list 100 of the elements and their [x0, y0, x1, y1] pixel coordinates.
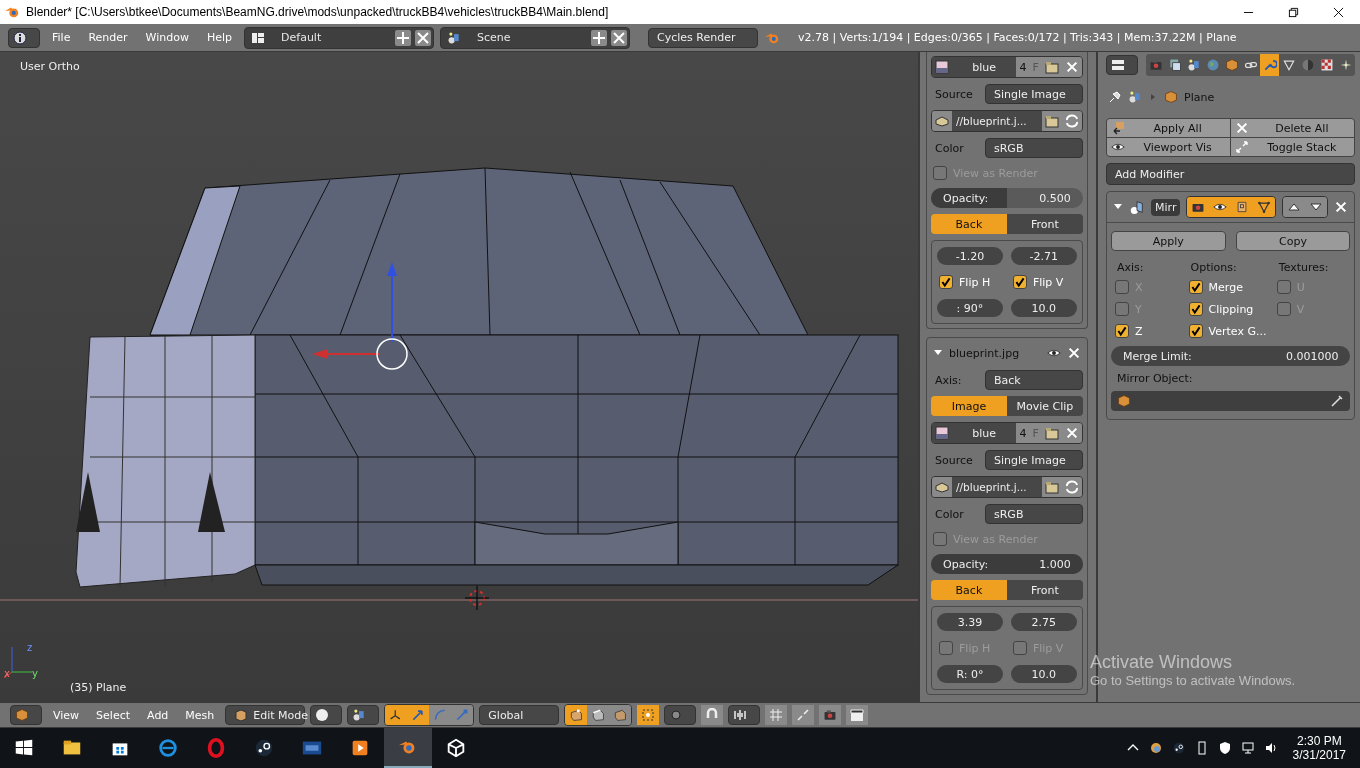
- snap-element-button[interactable]: [765, 705, 788, 725]
- rotation-field[interactable]: R: 0°: [937, 665, 1003, 683]
- checkbox[interactable]: [1115, 280, 1129, 294]
- depth-tab[interactable]: Back: [931, 214, 1007, 234]
- modifier-name-field[interactable]: Mirr: [1151, 198, 1181, 216]
- shading-dropdown[interactable]: [310, 705, 343, 725]
- properties-tab[interactable]: [1260, 54, 1279, 76]
- menu-item[interactable]: Mesh: [179, 708, 221, 722]
- orientation-dropdown[interactable]: Global: [479, 705, 560, 725]
- editor-type-button[interactable]: [8, 27, 40, 48]
- depth-tab[interactable]: Front: [1006, 580, 1083, 600]
- menu-item[interactable]: Render: [82, 31, 134, 44]
- steam-icon[interactable]: [1171, 741, 1186, 755]
- layout-selector[interactable]: Default: [244, 26, 435, 49]
- offset-field[interactable]: 3.39: [937, 613, 1003, 631]
- close-icon[interactable]: [611, 29, 628, 46]
- size-field[interactable]: 10.0: [1010, 665, 1077, 683]
- menu-item[interactable]: Window: [139, 31, 195, 44]
- axis-dropdown[interactable]: Back: [985, 370, 1083, 390]
- checkbox[interactable]: [1188, 302, 1203, 316]
- checkbox[interactable]: [933, 166, 947, 180]
- size-field[interactable]: 10.0: [1010, 299, 1077, 317]
- opacity-slider[interactable]: Opacity: 0.500: [931, 188, 1083, 208]
- checkbox[interactable]: [939, 275, 953, 289]
- offset-field[interactable]: -2.71: [1010, 247, 1077, 265]
- depth-tab[interactable]: Back: [931, 580, 1007, 600]
- merge-limit-field[interactable]: Merge Limit: 0.001000: [1111, 346, 1351, 366]
- source-tab[interactable]: Image: [931, 396, 1007, 416]
- plus-icon[interactable]: [591, 29, 608, 46]
- mode-dropdown[interactable]: Edit Mode: [225, 705, 306, 725]
- move-up-button[interactable]: [1283, 197, 1306, 217]
- checkbox[interactable]: [1012, 641, 1027, 655]
- properties-tab[interactable]: [1279, 54, 1298, 76]
- source-dropdown[interactable]: Single Image: [985, 84, 1083, 104]
- checkbox[interactable]: [1188, 324, 1203, 338]
- network-icon[interactable]: [1240, 741, 1255, 755]
- checkbox[interactable]: [1276, 302, 1291, 316]
- color-space-dropdown[interactable]: sRGB: [985, 138, 1083, 158]
- render-engine-dropdown[interactable]: Cycles Render: [648, 27, 759, 48]
- apply-all-button[interactable]: Apply All: [1107, 119, 1231, 137]
- properties-tab[interactable]: [1317, 54, 1336, 76]
- speaker-icon[interactable]: [1263, 741, 1278, 755]
- menu-item[interactable]: Help: [200, 31, 239, 44]
- snap-target-dropdown[interactable]: [728, 705, 761, 725]
- clock-time[interactable]: 2:30 PM: [1296, 734, 1342, 748]
- mirror-object-field[interactable]: [1111, 391, 1351, 411]
- add-modifier-dropdown[interactable]: Add Modifier: [1106, 163, 1356, 185]
- manipulator-button[interactable]: [407, 705, 430, 725]
- menu-item[interactable]: View: [47, 708, 86, 722]
- rotation-field[interactable]: : 90°: [937, 299, 1003, 317]
- source-dropdown[interactable]: Single Image: [985, 450, 1083, 470]
- occlude-geometry-button[interactable]: [637, 705, 660, 725]
- editor-type-button[interactable]: [10, 705, 42, 725]
- modifier-toggle[interactable]: [1253, 197, 1276, 217]
- select-mode-button[interactable]: [565, 705, 588, 725]
- modifier-toggle[interactable]: [1187, 197, 1210, 217]
- depth-tab[interactable]: Front: [1006, 214, 1083, 234]
- toggle-stack-button[interactable]: Toggle Stack: [1231, 138, 1355, 156]
- checkbox[interactable]: [1188, 280, 1203, 294]
- close-icon[interactable]: [1333, 6, 1344, 18]
- delete-all-button[interactable]: Delete All: [1231, 119, 1355, 137]
- checkbox[interactable]: [1115, 302, 1129, 316]
- properties-tab[interactable]: [1336, 54, 1355, 76]
- proportional-edit-dropdown[interactable]: [664, 705, 697, 725]
- viewport-vis-button[interactable]: Viewport Vis: [1107, 138, 1231, 156]
- opacity-slider[interactable]: Opacity: 1.000: [931, 554, 1083, 574]
- menu-item[interactable]: File: [46, 31, 77, 44]
- checkbox[interactable]: [933, 532, 947, 546]
- scene-selector[interactable]: Scene: [440, 26, 631, 49]
- manipulator-button[interactable]: [451, 705, 474, 725]
- checkbox[interactable]: [1012, 275, 1027, 289]
- menu-item[interactable]: Select: [90, 708, 137, 722]
- render-button[interactable]: [819, 705, 842, 725]
- render-region-button[interactable]: [792, 705, 815, 725]
- select-mode-button[interactable]: [609, 705, 632, 725]
- plus-icon[interactable]: [395, 29, 412, 46]
- pivot-dropdown[interactable]: [347, 705, 380, 725]
- modifier-button[interactable]: Copy: [1235, 231, 1351, 251]
- menu-item[interactable]: Add: [141, 708, 175, 722]
- clapperboard-button[interactable]: [846, 705, 869, 725]
- pin-icon[interactable]: [1108, 90, 1122, 104]
- snap-button[interactable]: [701, 705, 724, 725]
- shield-icon[interactable]: [1217, 741, 1232, 755]
- checkbox[interactable]: [1276, 280, 1291, 294]
- move-down-button[interactable]: [1305, 197, 1328, 217]
- 3d-viewport[interactable]: User Ortho (35) Plane z x y: [0, 52, 918, 702]
- source-tab[interactable]: Movie Clip: [1006, 396, 1083, 416]
- editor-type-button[interactable]: [1106, 55, 1138, 75]
- manipulator-button[interactable]: [385, 705, 408, 725]
- clock-date[interactable]: 3/31/2017: [1292, 748, 1346, 762]
- offset-field[interactable]: 2.75: [1010, 613, 1077, 631]
- color-space-dropdown[interactable]: sRGB: [985, 504, 1083, 524]
- checkbox[interactable]: [1115, 324, 1129, 338]
- maximize-icon[interactable]: [1288, 6, 1299, 18]
- select-mode-button[interactable]: [587, 705, 610, 725]
- modifier-button[interactable]: Apply: [1111, 231, 1226, 251]
- checkbox[interactable]: [939, 641, 953, 655]
- weather-icon[interactable]: [1148, 741, 1163, 755]
- eyedropper-icon[interactable]: [1330, 394, 1345, 408]
- properties-tab[interactable]: [1241, 54, 1260, 76]
